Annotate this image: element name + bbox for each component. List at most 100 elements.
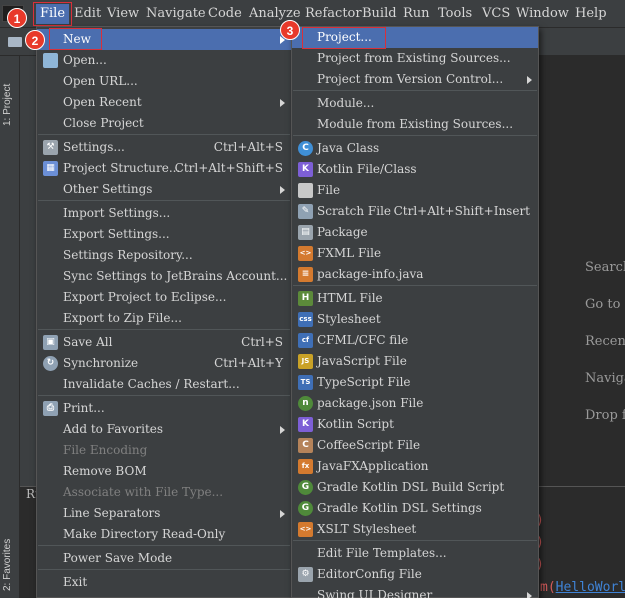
kotlin-script-icon: K [298, 417, 313, 432]
menu-item-label: CoffeeScript File [317, 438, 421, 452]
new-menu-item-html-file[interactable]: H HTML File [292, 288, 538, 309]
folder-icon[interactable] [8, 37, 22, 47]
menu-item-label: TypeScript File [317, 375, 411, 389]
menu-help[interactable]: Help [571, 4, 611, 24]
file-menu-item-settings[interactable]: ⚒ Settings... Ctrl+Alt+S [37, 137, 291, 158]
shortcut-label: Ctrl+Alt+Y [214, 356, 283, 370]
menu-item-label: Open Recent [63, 95, 142, 109]
new-menu-item-java-class[interactable]: C Java Class [292, 138, 538, 159]
menu-build[interactable]: Build [358, 4, 401, 24]
file-menu-item-close-project[interactable]: Close Project [37, 113, 291, 134]
editor-hint: Drop f [585, 408, 625, 423]
file-menu-item-export-to-zip-file[interactable]: Export to Zip File... [37, 308, 291, 329]
menu-navigate[interactable]: Navigate [142, 4, 210, 24]
print-icon: ⎙ [43, 401, 58, 416]
file-menu-item-project-structure[interactable]: ▦ Project Structure... Ctrl+Alt+Shift+S [37, 158, 291, 179]
new-menu-item-editorconfig-file[interactable]: ⚙ EditorConfig File [292, 564, 538, 585]
new-menu-item-package[interactable]: ▤ Package [292, 222, 538, 243]
new-menu-item-coffeescript-file[interactable]: C CoffeeScript File [292, 435, 538, 456]
menu-item-label: Gradle Kotlin DSL Settings [317, 501, 482, 515]
menu-item-label: File Encoding [63, 443, 148, 457]
menu-item-label: Kotlin Script [317, 417, 394, 431]
file-menu-item-synchronize[interactable]: ↻ Synchronize Ctrl+Alt+Y [37, 353, 291, 374]
new-menu-item-package-json-file[interactable]: n package.json File [292, 393, 538, 414]
editor-hint: Search [585, 260, 625, 275]
new-menu-item-javafxapplication[interactable]: fx JavaFXApplication [292, 456, 538, 477]
menu-separator [38, 134, 290, 135]
save-icon: ▣ [43, 335, 58, 350]
menu-edit[interactable]: Edit [70, 4, 105, 24]
menu-view[interactable]: View [103, 4, 143, 24]
file-menu-item-print[interactable]: ⎙ Print... [37, 398, 291, 419]
menu-item-label: Add to Favorites [63, 422, 164, 436]
folder-open-icon [43, 53, 58, 68]
tab-favorites[interactable]: 2: Favorites [2, 511, 18, 591]
new-menu-item-package-info-java[interactable]: ≡ package-info.java [292, 264, 538, 285]
new-menu-item-kotlin-file-class[interactable]: K Kotlin File/Class [292, 159, 538, 180]
new-menu-item-swing-ui-designer[interactable]: Swing UI Designer [292, 585, 538, 598]
menu-code[interactable]: Code [204, 4, 246, 24]
menu-item-label: Export to Zip File... [63, 311, 182, 325]
coffeescript-icon: C [298, 438, 313, 453]
shortcut-label: Ctrl+Alt+Shift+Insert [393, 204, 530, 218]
menu-item-label: CFML/CFC file [317, 333, 409, 347]
menu-separator [38, 329, 290, 330]
gradle-icon: G [298, 480, 313, 495]
editor-hint: Naviga [585, 371, 625, 386]
file-menu-item-other-settings[interactable]: Other Settings [37, 179, 291, 200]
menu-item-label: JavaScript File [317, 354, 407, 368]
file-menu-item-sync-settings-to-jetbrains-account[interactable]: Sync Settings to JetBrains Account... [37, 266, 291, 287]
new-menu-item-project-from-existing-sources[interactable]: Project from Existing Sources... [292, 48, 538, 69]
menu-item-label: Project from Version Control... [317, 72, 504, 86]
new-menu-item-project-from-version-control[interactable]: Project from Version Control... [292, 69, 538, 90]
new-menu-item-module[interactable]: Module... [292, 93, 538, 114]
menu-refactor[interactable]: Refactor [301, 4, 366, 24]
file-menu-item-power-save-mode[interactable]: Power Save Mode [37, 548, 291, 569]
file-menu-item-remove-bom[interactable]: Remove BOM [37, 461, 291, 482]
new-menu-item-typescript-file[interactable]: TS TypeScript File [292, 372, 538, 393]
file-menu-item-open-url[interactable]: Open URL... [37, 71, 291, 92]
file-menu-item-invalidate-caches-restart[interactable]: Invalidate Caches / Restart... [37, 374, 291, 395]
menu-item-label: Import Settings... [63, 206, 171, 220]
file-menu-item-line-separators[interactable]: Line Separators [37, 503, 291, 524]
menu-tools[interactable]: Tools [434, 4, 476, 24]
cfml-icon: cf [298, 333, 313, 348]
menu-file[interactable]: File [32, 2, 73, 26]
file-menu-item-open-recent[interactable]: Open Recent [37, 92, 291, 113]
step-badge-2: 2 [25, 30, 45, 50]
new-menu-item-scratch-file[interactable]: ✎ Scratch File Ctrl+Alt+Shift+Insert [292, 201, 538, 222]
new-menu-item-edit-file-templates[interactable]: Edit File Templates... [292, 543, 538, 564]
new-menu-item-javascript-file[interactable]: JS JavaScript File [292, 351, 538, 372]
new-menu-item-gradle-kotlin-dsl-settings[interactable]: G Gradle Kotlin DSL Settings [292, 498, 538, 519]
file-menu-item-export-project-to-eclipse[interactable]: Export Project to Eclipse... [37, 287, 291, 308]
new-menu-item-gradle-kotlin-dsl-build-script[interactable]: G Gradle Kotlin DSL Build Script [292, 477, 538, 498]
menu-item-label: Settings Repository... [63, 248, 193, 262]
new-menu-item-xslt-stylesheet[interactable]: <> XSLT Stylesheet [292, 519, 538, 540]
new-menu-item-module-from-existing-sources[interactable]: Module from Existing Sources... [292, 114, 538, 135]
menu-window[interactable]: Window [512, 4, 573, 24]
menu-vcs[interactable]: VCS [478, 4, 514, 24]
java-class-icon: C [298, 141, 313, 156]
new-menu-item-kotlin-script[interactable]: K Kotlin Script [292, 414, 538, 435]
new-menu-item-stylesheet[interactable]: css Stylesheet [292, 309, 538, 330]
file-menu-item-open[interactable]: Open... [37, 50, 291, 71]
menu-item-label: package.json File [317, 396, 424, 410]
file-menu-item-add-to-favorites[interactable]: Add to Favorites [37, 419, 291, 440]
new-menu-item-cfml-cfc-file[interactable]: cf CFML/CFC file [292, 330, 538, 351]
menu-item-label: Project from Existing Sources... [317, 51, 511, 65]
file-menu-item-settings-repository[interactable]: Settings Repository... [37, 245, 291, 266]
new-menu-item-file[interactable]: File [292, 180, 538, 201]
file-menu-item-exit[interactable]: Exit [37, 572, 291, 593]
package-icon: ▤ [298, 225, 313, 240]
console-link[interactable]: HelloWorl [556, 580, 625, 595]
menu-item-label: Gradle Kotlin DSL Build Script [317, 480, 505, 494]
file-menu-item-save-all[interactable]: ▣ Save All Ctrl+S [37, 332, 291, 353]
gradle-icon: G [298, 501, 313, 516]
file-menu-item-make-directory-read-only[interactable]: Make Directory Read-Only [37, 524, 291, 545]
menu-run[interactable]: Run [399, 4, 434, 24]
file-menu-item-export-settings[interactable]: Export Settings... [37, 224, 291, 245]
new-menu-item-fxml-file[interactable]: <> FXML File [292, 243, 538, 264]
menu-item-label: Stylesheet [317, 312, 381, 326]
tab-project[interactable]: 1: Project [2, 66, 18, 126]
file-menu-item-import-settings[interactable]: Import Settings... [37, 203, 291, 224]
